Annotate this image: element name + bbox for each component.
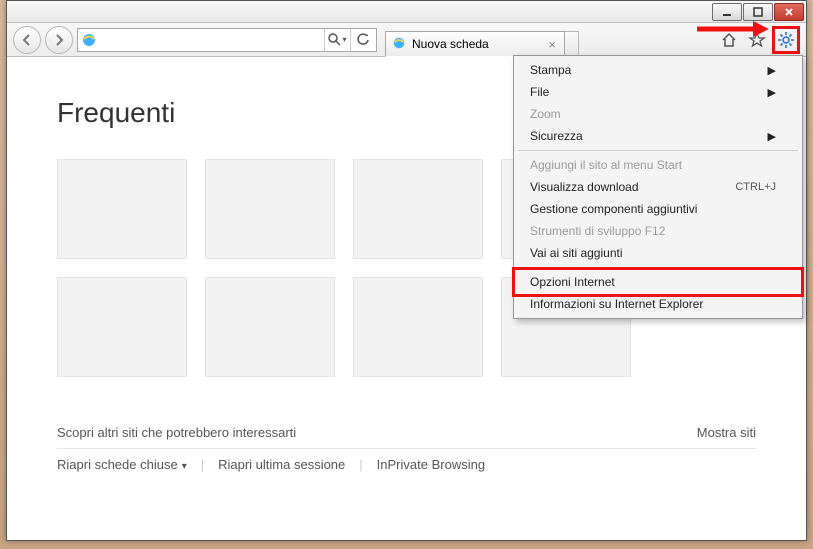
submenu-arrow-icon: ▶: [768, 64, 776, 77]
bottom-links: Scopri altri siti che potrebbero interes…: [57, 417, 756, 480]
menu-separator: [518, 150, 798, 151]
frequent-tile[interactable]: [353, 159, 483, 259]
back-button[interactable]: [13, 26, 41, 54]
separator: |: [201, 457, 204, 472]
menu-item-label: Opzioni Internet: [530, 275, 615, 289]
new-tab-button[interactable]: [565, 31, 579, 57]
window-titlebar: [7, 1, 806, 23]
menu-item-gestione-componenti-aggiuntivi[interactable]: Gestione componenti aggiuntivi: [516, 198, 800, 220]
home-icon: [720, 31, 738, 49]
maximize-icon: [752, 6, 764, 18]
menu-item-label: Strumenti di sviluppo F12: [530, 224, 665, 238]
address-input[interactable]: [100, 29, 324, 51]
tab-bar: Nuova scheda ×: [385, 23, 706, 56]
frequent-tile[interactable]: [205, 159, 335, 259]
menu-item-zoom: Zoom: [516, 103, 800, 125]
submenu-arrow-icon: ▶: [768, 86, 776, 99]
tab-label: Nuova scheda: [412, 37, 489, 51]
menu-item-label: Vai ai siti aggiunti: [530, 246, 623, 260]
close-icon: [783, 6, 795, 18]
gear-icon: [777, 31, 795, 49]
tools-button[interactable]: [772, 26, 800, 54]
show-sites-link[interactable]: Mostra siti: [697, 425, 756, 440]
menu-item-label: Sicurezza: [530, 129, 583, 143]
frequent-tile[interactable]: [353, 277, 483, 377]
search-button[interactable]: ▾: [324, 29, 350, 51]
menu-item-label: Aggiungi il sito al menu Start: [530, 158, 682, 172]
menu-item-visualizza-download[interactable]: Visualizza download CTRL+J: [516, 176, 800, 198]
tools-menu: Stampa ▶ File ▶ Zoom Sicurezza ▶ Aggiungi il si…: [513, 55, 803, 319]
frequent-tile[interactable]: [57, 277, 187, 377]
refresh-icon: [357, 33, 370, 46]
menu-item-shortcut: CTRL+J: [735, 181, 776, 193]
discover-sites-link[interactable]: Scopri altri siti che potrebbero interes…: [57, 425, 296, 440]
address-bar[interactable]: ▾: [77, 28, 377, 52]
menu-item-sicurezza[interactable]: Sicurezza ▶: [516, 125, 800, 147]
arrow-right-icon: [52, 33, 66, 47]
menu-item-informazioni-su-internet-explorer[interactable]: Informazioni su Internet Explorer: [516, 293, 800, 315]
menu-item-label: Informazioni su Internet Explorer: [530, 297, 703, 311]
menu-item-opzioni-internet[interactable]: Opzioni Internet: [516, 271, 800, 293]
chevron-down-icon: ▾: [342, 35, 346, 44]
chevron-down-icon: ▾: [182, 461, 187, 472]
menu-item-aggiungi-il-sito-al-menu-start: Aggiungi il sito al menu Start: [516, 154, 800, 176]
search-icon: [328, 33, 341, 46]
reopen-closed-label: Riapri schede chiuse: [57, 457, 178, 472]
submenu-arrow-icon: ▶: [768, 130, 776, 143]
ie-logo-icon: [78, 29, 100, 51]
menu-item-label: File: [530, 85, 549, 99]
toolbar-right: [710, 26, 800, 54]
refresh-button[interactable]: [350, 29, 376, 51]
minimize-icon: [721, 6, 733, 18]
window-maximize-button[interactable]: [743, 3, 773, 21]
menu-item-stampa[interactable]: Stampa ▶: [516, 59, 800, 81]
menu-separator: [518, 267, 798, 268]
tab-close-button[interactable]: ×: [546, 37, 558, 52]
window-minimize-button[interactable]: [712, 3, 742, 21]
menu-item-label: Visualizza download: [530, 180, 639, 194]
tab-new[interactable]: Nuova scheda ×: [385, 31, 565, 57]
menu-item-label: Gestione componenti aggiuntivi: [530, 202, 697, 216]
menu-item-label: Stampa: [530, 63, 571, 77]
star-icon: [748, 31, 766, 49]
menu-item-vai-ai-siti-aggiunti[interactable]: Vai ai siti aggiunti: [516, 242, 800, 264]
window-close-button[interactable]: [774, 3, 804, 21]
frequent-tile[interactable]: [205, 277, 335, 377]
frequent-tile[interactable]: [57, 159, 187, 259]
forward-button[interactable]: [45, 26, 73, 54]
separator: |: [359, 457, 362, 472]
navigation-bar: ▾ Nuova scheda ×: [7, 23, 806, 57]
menu-item-file[interactable]: File ▶: [516, 81, 800, 103]
reopen-closed-tabs-link[interactable]: Riapri schede chiuse ▾: [57, 457, 187, 472]
reopen-last-session-link[interactable]: Riapri ultima sessione: [218, 457, 345, 472]
menu-item-label: Zoom: [530, 107, 561, 121]
menu-item-strumenti-di-sviluppo-f12: Strumenti di sviluppo F12: [516, 220, 800, 242]
ie-logo-icon: [392, 36, 406, 53]
home-button[interactable]: [716, 28, 742, 52]
inprivate-link[interactable]: InPrivate Browsing: [377, 457, 485, 472]
favorites-button[interactable]: [744, 28, 770, 52]
arrow-left-icon: [20, 33, 34, 47]
